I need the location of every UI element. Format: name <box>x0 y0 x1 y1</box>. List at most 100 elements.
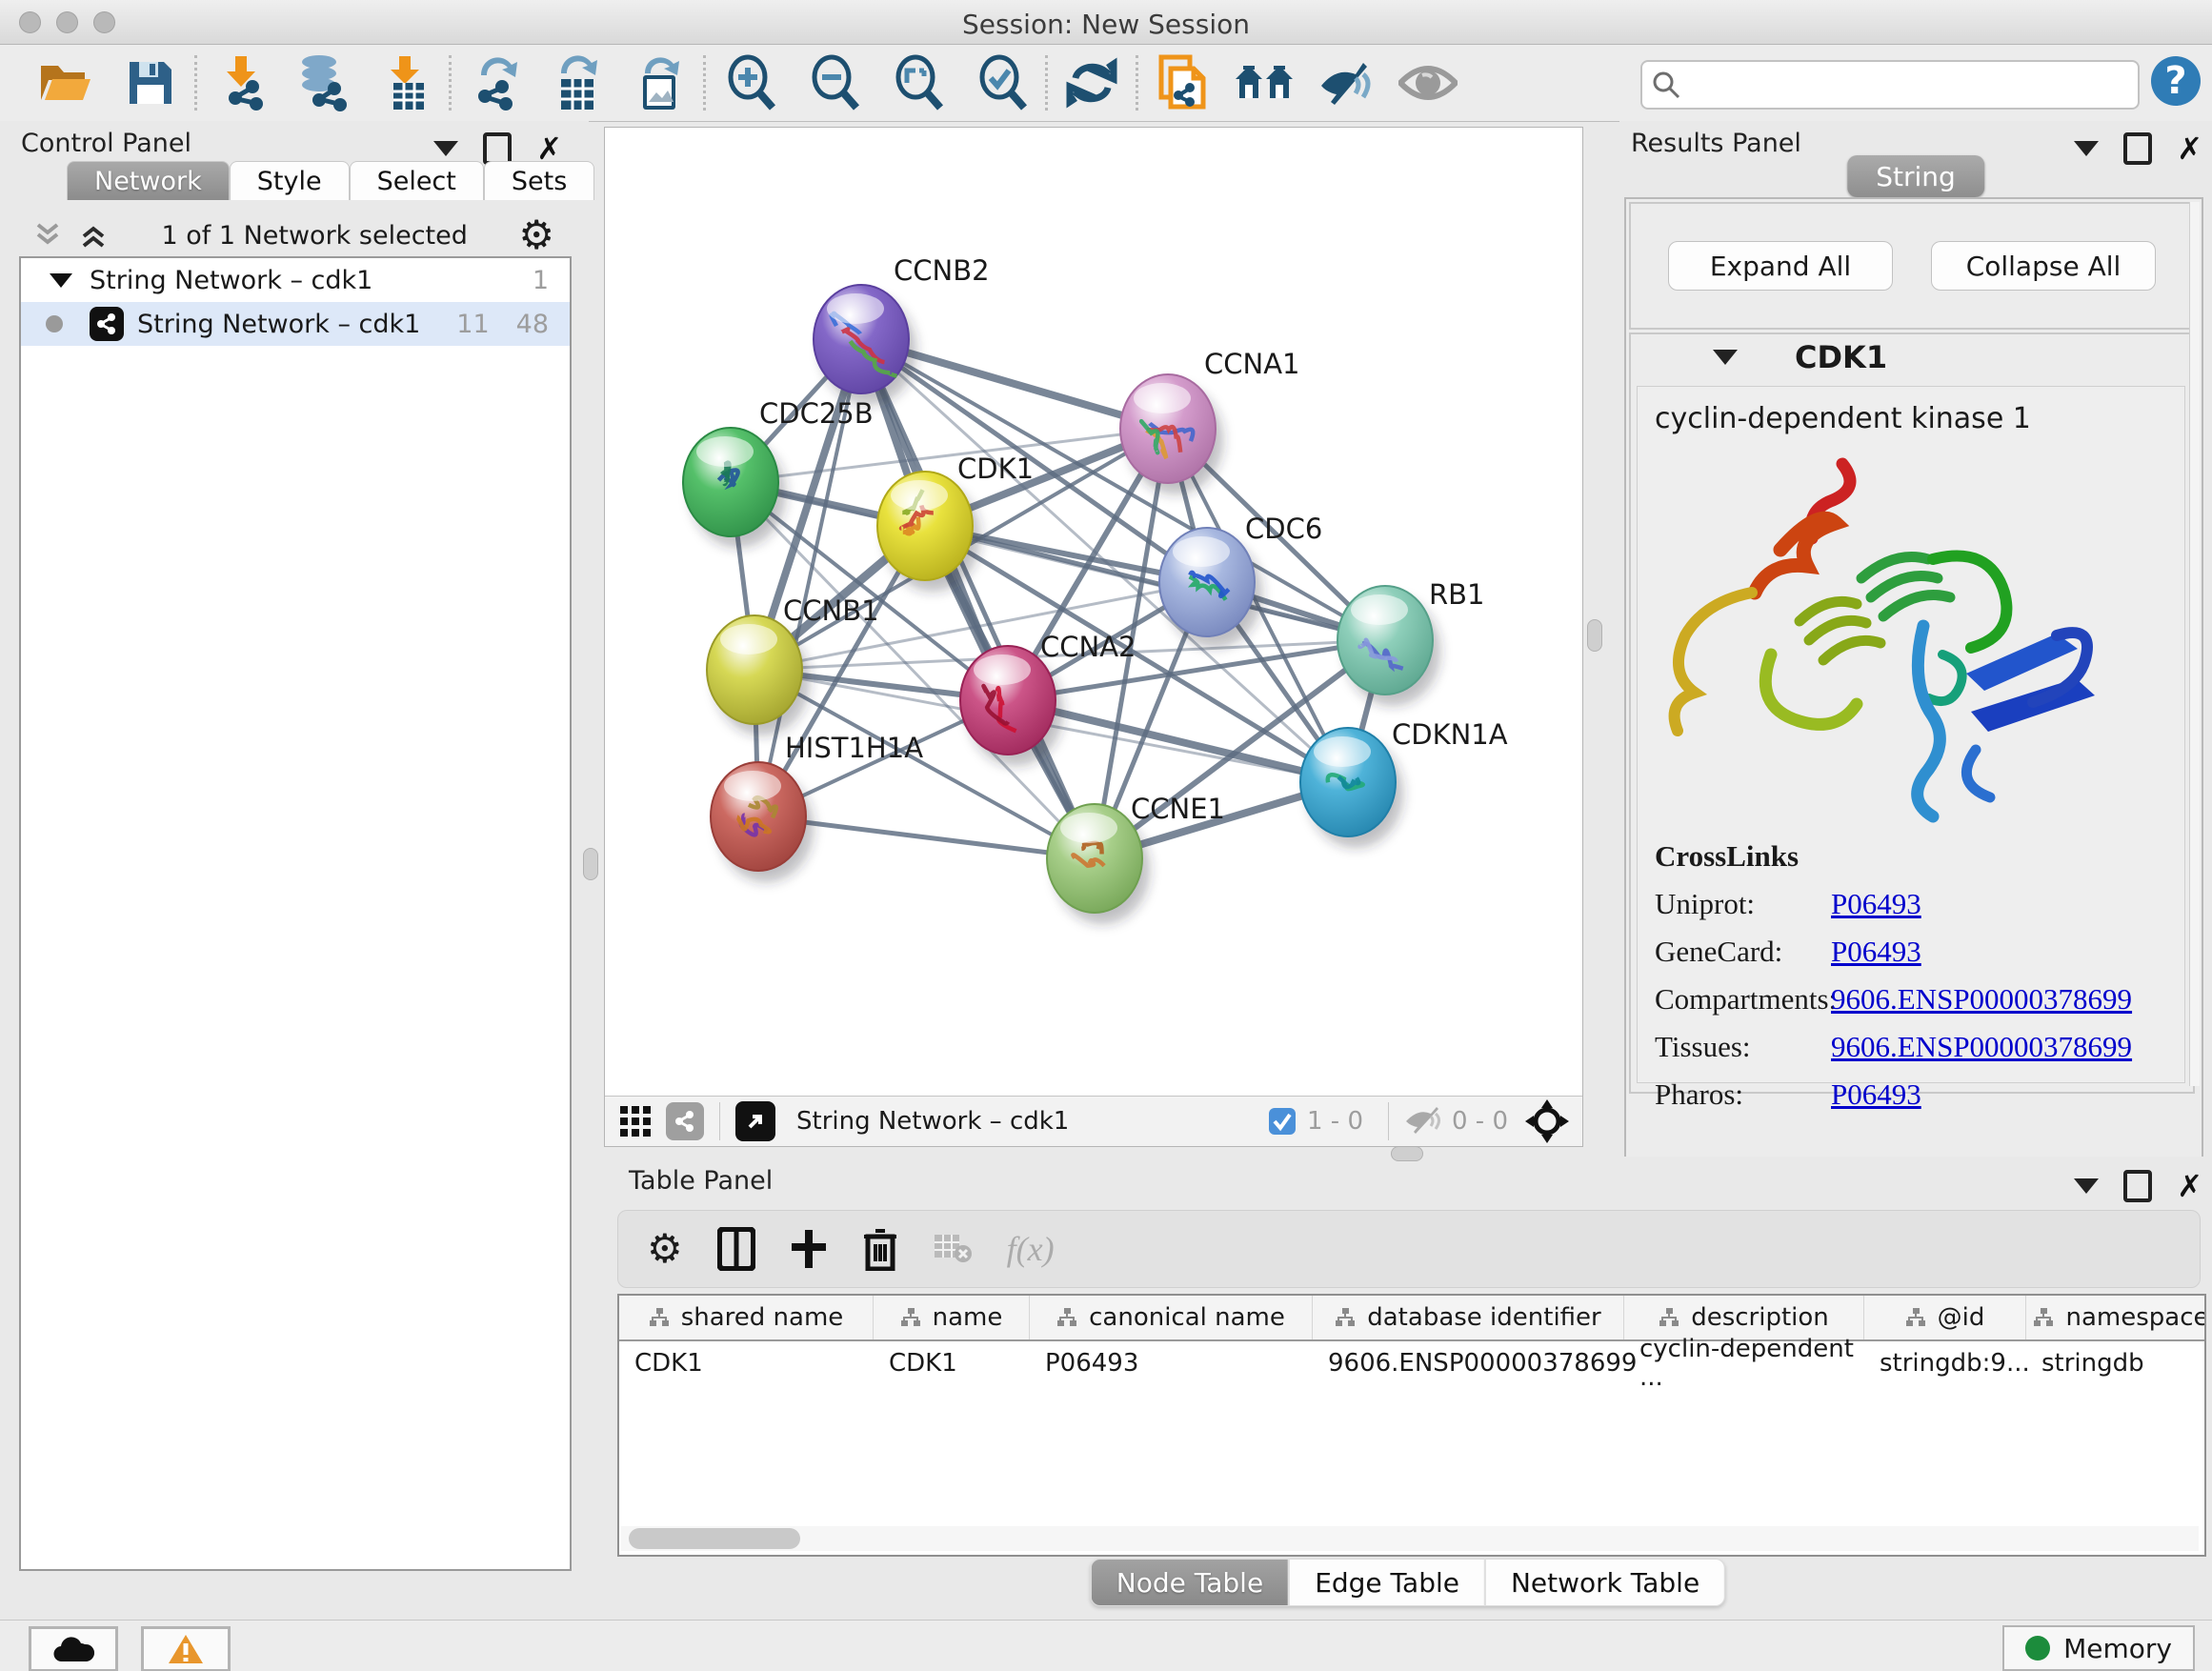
import-table-icon[interactable] <box>374 52 435 113</box>
gene-name: CDK1 <box>1795 339 1887 375</box>
first-neighbors-icon[interactable] <box>1234 52 1295 113</box>
column-header-description[interactable]: description <box>1624 1296 1864 1339</box>
save-session-icon[interactable] <box>120 52 181 113</box>
show-all-icon[interactable] <box>1398 52 1458 113</box>
results-panel-close-icon[interactable]: ✗ <box>2177 136 2202 161</box>
network-options-gear-icon[interactable]: ⚙ <box>518 216 554 254</box>
search-input[interactable] <box>1680 70 2128 100</box>
function-builder-icon[interactable]: f(x) <box>1007 1229 1055 1269</box>
clear-table-icon[interactable] <box>933 1233 973 1265</box>
network-node-cdc25b[interactable]: CDC25B <box>683 397 874 548</box>
network-view[interactable]: CCNB2CCNA1CDC25BCDK1CDC6RB1CCNB1CCNA2CDK… <box>604 127 1583 1147</box>
column-header-database-identifier[interactable]: database identifier <box>1313 1296 1624 1339</box>
clone-network-icon[interactable] <box>1152 52 1213 113</box>
crosslink-value-link[interactable]: 9606.ENSP00000378699 <box>1831 1030 2132 1064</box>
network-node-ccna2[interactable]: CCNA2 <box>960 631 1136 766</box>
warning-status-button[interactable] <box>141 1626 231 1671</box>
right-splitter-handle[interactable] <box>1587 619 1602 652</box>
window-title: Session: New Session <box>0 9 2212 40</box>
fit-content-crosshair-icon[interactable] <box>1525 1099 1569 1143</box>
network-edge[interactable] <box>861 339 1095 858</box>
column-header--id[interactable]: @id <box>1864 1296 2026 1339</box>
tab-network[interactable]: Network <box>67 161 230 200</box>
network-node-ccna1[interactable]: CCNA1 <box>1120 348 1299 494</box>
network-node-ccnb2[interactable]: CCNB2 <box>814 254 990 405</box>
export-network-icon[interactable] <box>465 52 526 113</box>
table-options-gear-icon[interactable]: ⚙ <box>647 1230 683 1268</box>
network-label: String Network – cdk1 <box>137 310 420 339</box>
toolbar-separator <box>194 55 197 111</box>
expand-all-icon[interactable] <box>78 221 111 250</box>
grid-view-icon[interactable] <box>618 1104 653 1138</box>
network-collection-row[interactable]: String Network – cdk1 1 <box>21 258 570 302</box>
show-columns-icon[interactable] <box>717 1227 755 1271</box>
results-tab-string[interactable]: String <box>1847 155 1984 197</box>
network-node-cdkn1a[interactable]: CDKN1A <box>1300 718 1508 848</box>
delete-column-icon[interactable] <box>862 1227 898 1271</box>
import-network-from-database-icon[interactable] <box>292 52 353 113</box>
column-header-shared-name[interactable]: shared name <box>619 1296 874 1339</box>
zoom-in-icon[interactable] <box>719 52 780 113</box>
table-hscroll-thumb[interactable] <box>629 1528 800 1549</box>
export-image-icon[interactable] <box>629 52 690 113</box>
tab-sets[interactable]: Sets <box>484 161 594 200</box>
network-canvas[interactable]: CCNB2CCNA1CDC25BCDK1CDC6RB1CCNB1CCNA2CDK… <box>605 128 1580 1095</box>
bottom-splitter-handle[interactable] <box>1391 1146 1423 1161</box>
node-table[interactable]: shared namenamecanonical namedatabase id… <box>617 1294 2206 1557</box>
selected-checkbox-icon[interactable] <box>1267 1106 1297 1137</box>
column-header-canonical-name[interactable]: canonical name <box>1030 1296 1313 1339</box>
search-bar[interactable] <box>1640 60 2140 110</box>
control-panel-float-icon[interactable] <box>483 132 512 165</box>
network-node-rb1[interactable]: RB1 <box>1337 578 1485 706</box>
help-button[interactable]: ? <box>2151 56 2201 106</box>
node-label: CDC6 <box>1245 513 1322 545</box>
collapse-all-button[interactable]: Collapse All <box>1931 241 2156 291</box>
tab-select[interactable]: Select <box>350 161 484 200</box>
tab-edge-table[interactable]: Edge Table <box>1289 1559 1485 1606</box>
string-view-icon[interactable] <box>666 1102 704 1140</box>
zoom-selected-icon[interactable] <box>971 52 1032 113</box>
control-panel-menu-icon[interactable] <box>433 141 458 156</box>
expand-all-button[interactable]: Expand All <box>1668 241 1893 291</box>
network-node-ccne1[interactable]: CCNE1 <box>1047 793 1225 924</box>
cloud-status-button[interactable] <box>29 1626 118 1671</box>
zoom-fit-icon[interactable] <box>887 52 948 113</box>
results-panel-menu-icon[interactable] <box>2074 141 2099 156</box>
hide-selected-icon[interactable] <box>1316 52 1377 113</box>
hidden-eye-icon[interactable] <box>1404 1107 1442 1136</box>
zoom-out-icon[interactable] <box>803 52 864 113</box>
left-splitter-handle[interactable] <box>583 848 598 880</box>
collapse-all-icon[interactable] <box>32 221 65 250</box>
open-session-icon[interactable] <box>34 52 95 113</box>
results-panel-float-icon[interactable] <box>2123 132 2152 165</box>
control-panel-close-icon[interactable]: ✗ <box>536 136 562 161</box>
table-hscrollbar[interactable] <box>621 1526 2199 1551</box>
table-row[interactable]: CDK1CDK1P064939606.ENSP00000378699cyclin… <box>619 1341 2204 1385</box>
crosslink-value-link[interactable]: P06493 <box>1831 935 1921 969</box>
birds-eye-view-icon[interactable] <box>735 1101 775 1141</box>
gene-section-expander-icon[interactable] <box>1713 350 1738 365</box>
node-label: CDKN1A <box>1392 718 1508 751</box>
table-panel-float-icon[interactable] <box>2123 1170 2152 1202</box>
collection-expander-icon[interactable] <box>50 273 72 288</box>
tab-node-table[interactable]: Node Table <box>1091 1559 1289 1606</box>
tab-network-table[interactable]: Network Table <box>1485 1559 1725 1606</box>
memory-button[interactable]: Memory <box>2002 1625 2195 1671</box>
crosslink-value-link[interactable]: P06493 <box>1831 887 1921 921</box>
network-node-hist1h1a[interactable]: HIST1H1A <box>711 732 923 882</box>
import-network-icon[interactable] <box>211 52 271 113</box>
add-column-icon[interactable] <box>790 1228 828 1270</box>
network-node-cdc6[interactable]: CDC6 <box>1159 513 1322 648</box>
crosslink-value-link[interactable]: 9606.ENSP00000378699 <box>1831 982 2132 1017</box>
table-cell: stringdb <box>2026 1341 2206 1385</box>
refresh-icon[interactable] <box>1061 52 1122 113</box>
crosslink-value-link[interactable]: P06493 <box>1831 1077 1921 1112</box>
table-panel-menu-icon[interactable] <box>2074 1178 2099 1194</box>
export-table-icon[interactable] <box>547 52 608 113</box>
table-panel-close-icon[interactable]: ✗ <box>2177 1174 2202 1198</box>
column-header-namespace[interactable]: namespace <box>2026 1296 2206 1339</box>
results-scrollbar[interactable] <box>2189 202 2200 1086</box>
column-header-name[interactable]: name <box>874 1296 1030 1339</box>
tab-style[interactable]: Style <box>230 161 350 200</box>
network-row[interactable]: String Network – cdk1 11 48 <box>21 302 570 346</box>
